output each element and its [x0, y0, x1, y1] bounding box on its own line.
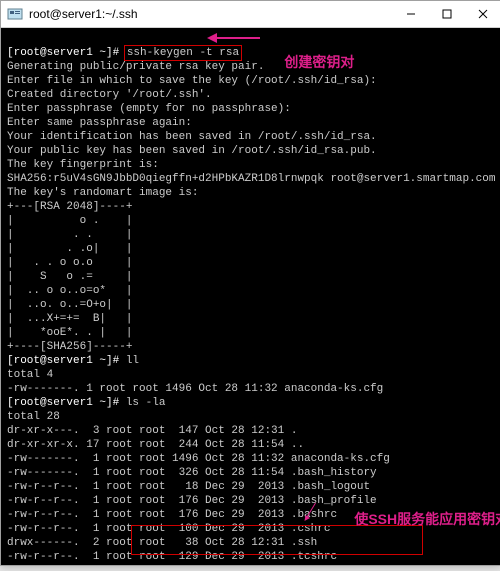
output-line: -rw-r--r--. 1 root root 18 Dec 29 2013 .… — [7, 481, 370, 493]
output-line: Enter passphrase (empty for no passphras… — [7, 103, 291, 115]
output-line: Generating public/private rsa key pair. — [7, 61, 264, 73]
minimize-button[interactable] — [393, 1, 429, 27]
output-line: The key fingerprint is: — [7, 159, 159, 171]
output-line: | . . o o.o | — [7, 257, 132, 269]
command-text: ls -la — [126, 397, 166, 409]
prompt: [root@server1 ~]# — [7, 397, 119, 409]
terminal-viewport[interactable]: [root@server1 ~]# ssh-keygen -t rsa Gene… — [1, 28, 500, 565]
putty-icon — [7, 6, 23, 22]
output-line: -rw-r--r--. 1 root root 176 Dec 29 2013 … — [7, 509, 337, 521]
output-line: | .. o o..o=o* | — [7, 285, 132, 297]
output-line: drwx------. 2 root root 38 Oct 28 12:31 … — [7, 537, 317, 549]
output-line: total 4 — [7, 369, 53, 381]
command-text: ll — [126, 355, 139, 367]
output-line: | ...X+=+= B| | — [7, 313, 132, 325]
output-line: Created directory '/root/.ssh'. — [7, 89, 212, 101]
output-line: | *ooE*. . | | — [7, 327, 132, 339]
highlighted-command-1: ssh-keygen -t rsa — [124, 45, 242, 61]
output-line: | o . | — [7, 215, 132, 227]
maximize-button[interactable] — [429, 1, 465, 27]
output-line: The key's randomart image is: — [7, 187, 198, 199]
output-line: Your public key has been saved in /root/… — [7, 145, 377, 157]
output-line: +---[RSA 2048]----+ — [7, 201, 132, 213]
output-line: | . .o| | — [7, 243, 132, 255]
output-line: Enter same passphrase again: — [7, 117, 192, 129]
output-line: dr-xr-xr-x. 17 root root 244 Oct 28 11:5… — [7, 439, 304, 451]
output-line: SHA256:r5uV4sGN9JbbD0qiegffn+d2HPbKAZR1D… — [7, 173, 495, 185]
prompt: [root@server1 ~]# — [7, 355, 119, 367]
output-line: | S o .= | — [7, 271, 132, 283]
output-line: | . . | — [7, 229, 132, 241]
window-title: root@server1:~/.ssh — [29, 7, 393, 21]
output-line: -rw-------. 1 root root 1496 Oct 28 11:3… — [7, 453, 390, 465]
output-line: dr-xr-x---. 3 root root 147 Oct 28 12:31… — [7, 425, 297, 437]
output-line: | ..o. o..=O+o| | — [7, 299, 132, 311]
output-line: -rw-r--r--. 1 root root 129 Dec 29 2013 … — [7, 551, 337, 563]
title-bar[interactable]: root@server1:~/.ssh — [1, 1, 500, 28]
prompt: [root@server1 ~]# — [7, 47, 119, 59]
command-text: ssh-keygen -t rsa — [127, 47, 239, 59]
close-button[interactable] — [465, 1, 500, 27]
output-line: -rw-------. 1 root root 326 Oct 28 11:54… — [7, 467, 377, 479]
output-line: +----[SHA256]-----+ — [7, 341, 132, 353]
output-line: -rw-------. 1 root root 1496 Oct 28 11:3… — [7, 383, 383, 395]
output-line: Enter file in which to save the key (/ro… — [7, 75, 377, 87]
output-line: -rw-r--r--. 1 root root 176 Dec 29 2013 … — [7, 495, 377, 507]
annotation-text: 使SSH服务能应用密钥对 — [354, 511, 500, 527]
output-line: total 28 — [7, 411, 60, 423]
terminal-window: root@server1:~/.ssh [root@server1 ~]# ss… — [0, 0, 500, 566]
output-line: Your identification has been saved in /r… — [7, 131, 377, 143]
output-line: -rw-r--r--. 1 root root 100 Dec 29 2013 … — [7, 523, 330, 535]
annotation-text: 创建密钥对 — [284, 54, 354, 70]
